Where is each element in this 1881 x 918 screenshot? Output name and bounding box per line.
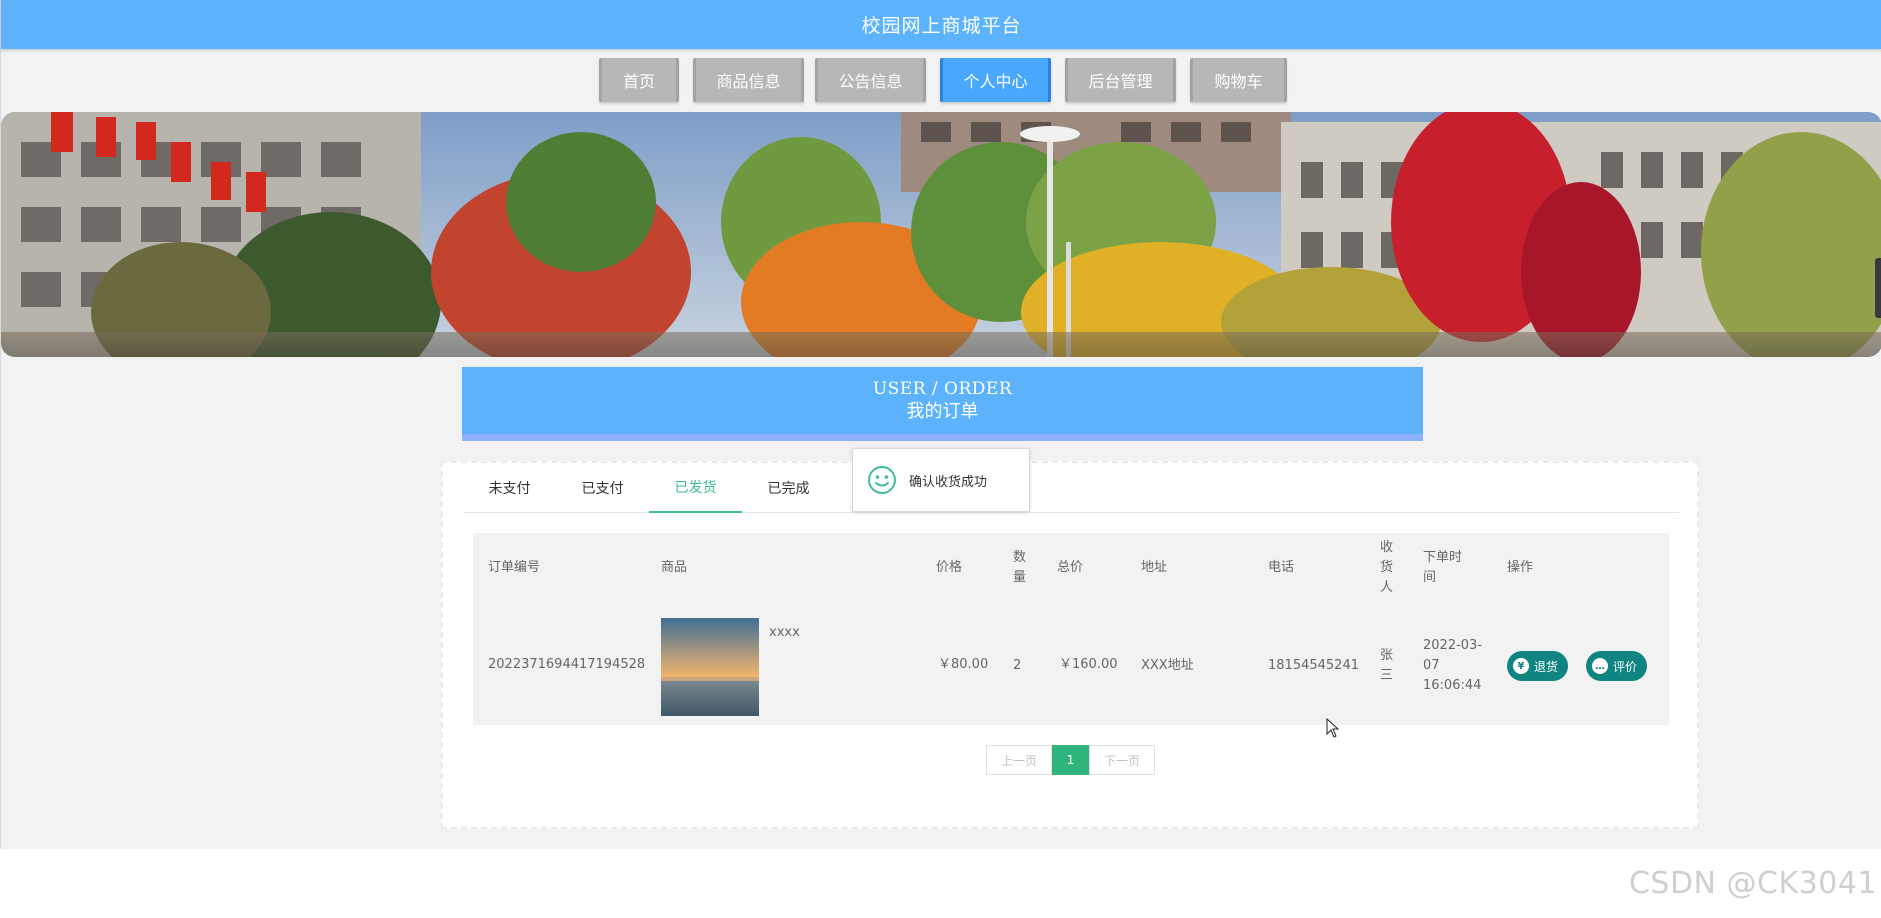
review-button-label: 评价	[1613, 659, 1638, 674]
cell-phone: 18154545241	[1268, 658, 1359, 673]
refund-button[interactable]: ¥ 退货	[1507, 651, 1569, 681]
col-header-actions: 操作	[1507, 560, 1534, 575]
refund-button-label: 退货	[1534, 659, 1559, 674]
main-nav: 首页 商品信息 公告信息 个人中心 后台管理 购物车	[1, 58, 1881, 102]
col-header-receiver: 收货人	[1380, 540, 1394, 595]
order-card: 未支付 已支付 已发货 已完成 订单编号 商品 价格 数量 总价 地址 电话 收…	[441, 461, 1699, 829]
cell-price: ￥80.00	[938, 657, 989, 672]
review-button[interactable]: … 评价	[1586, 651, 1648, 681]
site-title: 校园网上商城平台	[861, 15, 1022, 37]
watermark: CSDN @CK3041	[1628, 866, 1877, 901]
campus-banner-image	[1, 112, 1881, 357]
col-header-total: 总价	[1057, 560, 1084, 575]
side-scroll-handle[interactable]	[1875, 258, 1881, 318]
mouse-cursor-icon	[1326, 718, 1340, 738]
nav-item-cart[interactable]: 购物车	[1190, 58, 1287, 102]
next-page-button[interactable]: 下一页	[1089, 745, 1155, 775]
prev-page-button[interactable]: 上一页	[986, 745, 1052, 775]
order-table: 订单编号 商品 价格 数量 总价 地址 电话 收货人 下单时间 操作 20223…	[473, 533, 1669, 725]
toast-message: 确认收货成功	[909, 474, 988, 490]
cell-total: ￥160.00	[1059, 657, 1118, 672]
col-header-order-time: 下单时间	[1423, 550, 1463, 585]
smile-icon	[868, 466, 896, 494]
col-header-order-no: 订单编号	[488, 560, 541, 575]
tab-unpaid[interactable]: 未支付	[463, 463, 556, 513]
col-header-qty: 数量	[1013, 550, 1027, 585]
nav-item-admin[interactable]: 后台管理	[1065, 58, 1176, 102]
page-background: 校园网上商城平台 首页 商品信息 公告信息 个人中心 后台管理 购物车 USER…	[0, 0, 1881, 849]
section-title-cn: 我的订单	[906, 400, 979, 422]
tab-completed[interactable]: 已完成	[742, 463, 835, 513]
nav-item-home[interactable]: 首页	[599, 58, 679, 102]
pagination: 上一页 1 下一页	[986, 745, 1155, 775]
col-header-price: 价格	[936, 560, 963, 575]
section-title-en: USER / ORDER	[872, 378, 1013, 399]
cell-order-no: 2022371694417194528	[488, 657, 646, 672]
order-status-tabs: 未支付 已支付 已发货 已完成	[463, 463, 1679, 513]
yen-icon: ¥	[1513, 658, 1529, 674]
cell-receiver: 张三	[1380, 648, 1394, 683]
cell-address: XXX地址	[1141, 658, 1194, 673]
tab-shipped[interactable]: 已发货	[649, 463, 742, 513]
nav-item-products[interactable]: 商品信息	[693, 58, 804, 102]
col-header-phone: 电话	[1268, 560, 1295, 575]
page-number-current[interactable]: 1	[1052, 745, 1089, 775]
top-title-bar: 校园网上商城平台	[1, 0, 1881, 49]
cell-order-time: 2022-03-07 16:06:44	[1423, 638, 1483, 693]
order-section-header: USER / ORDER 我的订单	[462, 367, 1423, 441]
cell-qty: 2	[1013, 658, 1022, 673]
nav-item-notices[interactable]: 公告信息	[815, 58, 926, 102]
tab-paid[interactable]: 已支付	[556, 463, 649, 513]
product-thumbnail[interactable]	[661, 618, 759, 716]
nav-item-user-center[interactable]: 个人中心	[940, 58, 1051, 102]
chat-bubble-icon: …	[1592, 658, 1608, 674]
col-header-product: 商品	[661, 560, 688, 575]
col-header-address: 地址	[1141, 560, 1168, 575]
cell-product-name: xxxx	[769, 625, 800, 640]
success-toast: 确认收货成功	[852, 448, 1030, 512]
